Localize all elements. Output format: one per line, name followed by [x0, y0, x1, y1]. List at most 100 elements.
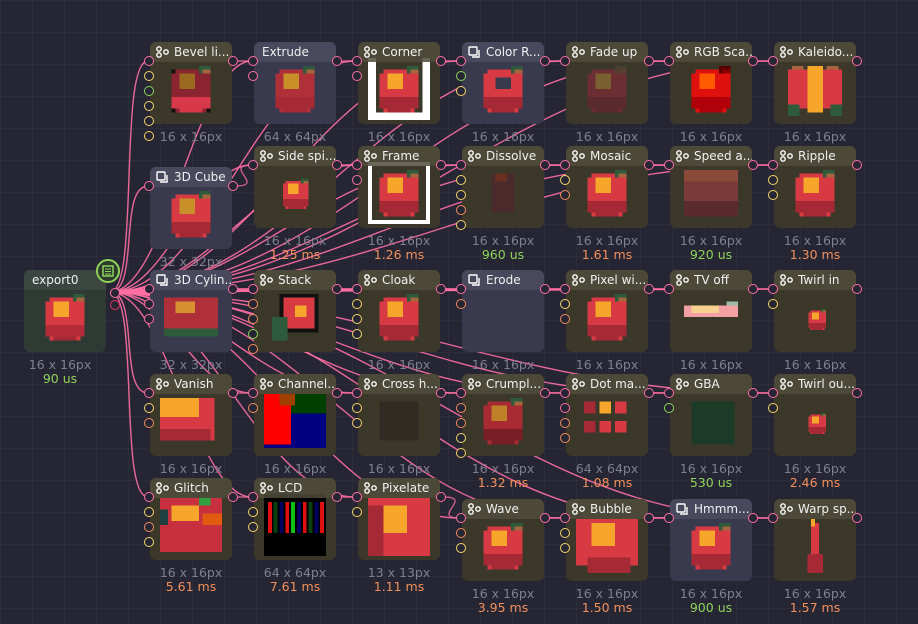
node-twirl-ou[interactable]: Twirl ou...: [768, 374, 862, 456]
input-port-main[interactable]: [352, 160, 362, 170]
input-port[interactable]: [560, 418, 570, 428]
node-pixel-wi[interactable]: Pixel wi...: [560, 270, 654, 352]
output-port[interactable]: [852, 56, 862, 66]
input-port-main[interactable]: [768, 284, 778, 294]
output-port[interactable]: [436, 56, 446, 66]
output-port[interactable]: [228, 56, 238, 66]
output-port[interactable]: [852, 284, 862, 294]
export-output-port[interactable]: [110, 288, 120, 298]
input-port[interactable]: [144, 116, 154, 126]
input-port-main[interactable]: [352, 284, 362, 294]
input-port[interactable]: [248, 314, 258, 324]
output-port[interactable]: [644, 513, 654, 523]
input-port-main[interactable]: [144, 56, 154, 66]
input-port[interactable]: [248, 403, 258, 413]
input-port-main[interactable]: [248, 492, 258, 502]
output-port[interactable]: [748, 284, 758, 294]
node-wave[interactable]: Wave: [456, 499, 550, 581]
input-port-main[interactable]: [664, 284, 674, 294]
input-port-main[interactable]: [456, 284, 466, 294]
output-port[interactable]: [644, 56, 654, 66]
input-port[interactable]: [144, 299, 154, 309]
input-port-main[interactable]: [560, 513, 570, 523]
node-ripple[interactable]: Ripple: [768, 146, 862, 228]
node-stack[interactable]: Stack: [248, 270, 342, 354]
input-port[interactable]: [560, 403, 570, 413]
output-port[interactable]: [332, 160, 342, 170]
input-port[interactable]: [352, 71, 362, 81]
input-port[interactable]: [144, 403, 154, 413]
output-port[interactable]: [540, 160, 550, 170]
node-dissolve[interactable]: Dissolve: [456, 146, 550, 230]
output-port[interactable]: [436, 492, 446, 502]
node-frame[interactable]: Frame: [352, 146, 446, 228]
output-port[interactable]: [540, 388, 550, 398]
output-port[interactable]: [644, 160, 654, 170]
input-port[interactable]: [248, 522, 258, 532]
input-port[interactable]: [352, 403, 362, 413]
input-port[interactable]: [248, 329, 258, 339]
node-side-spi[interactable]: Side spi...: [248, 146, 342, 228]
node-erode[interactable]: Erode: [456, 270, 550, 352]
input-port[interactable]: [768, 175, 778, 185]
input-port[interactable]: [248, 507, 258, 517]
input-port[interactable]: [248, 299, 258, 309]
input-port[interactable]: [144, 537, 154, 547]
input-port-main[interactable]: [248, 160, 258, 170]
export-settings-icon[interactable]: [96, 259, 120, 283]
node-channel[interactable]: Channel...: [248, 374, 342, 456]
input-port[interactable]: [560, 543, 570, 553]
input-port-main[interactable]: [456, 388, 466, 398]
output-port[interactable]: [644, 284, 654, 294]
input-port[interactable]: [352, 329, 362, 339]
node-mosaic[interactable]: Mosaic: [560, 146, 654, 228]
output-port[interactable]: [540, 513, 550, 523]
input-port-main[interactable]: [456, 160, 466, 170]
output-port[interactable]: [852, 388, 862, 398]
input-port-main[interactable]: [144, 284, 154, 294]
input-port[interactable]: [456, 86, 466, 96]
input-port[interactable]: [560, 299, 570, 309]
input-port-main[interactable]: [248, 284, 258, 294]
output-port[interactable]: [332, 492, 342, 502]
input-port-main[interactable]: [664, 388, 674, 398]
output-port[interactable]: [228, 388, 238, 398]
input-port[interactable]: [144, 71, 154, 81]
input-port-main[interactable]: [144, 492, 154, 502]
input-port[interactable]: [352, 175, 362, 185]
export-node[interactable]: export0: [24, 270, 120, 352]
input-port[interactable]: [560, 433, 570, 443]
input-port-main[interactable]: [144, 388, 154, 398]
node-warp-sp[interactable]: Warp sp...: [768, 499, 862, 581]
input-port[interactable]: [144, 507, 154, 517]
input-port-main[interactable]: [664, 56, 674, 66]
input-port[interactable]: [352, 418, 362, 428]
input-port[interactable]: [456, 190, 466, 200]
input-port[interactable]: [352, 314, 362, 324]
node-3d-cube[interactable]: 3D Cube: [144, 167, 238, 249]
input-port[interactable]: [456, 433, 466, 443]
node-cross-h[interactable]: Cross h...: [352, 374, 446, 456]
input-port-main[interactable]: [560, 284, 570, 294]
input-port-main[interactable]: [768, 513, 778, 523]
node-pixelate[interactable]: Pixelate: [352, 478, 446, 560]
node-crumpl[interactable]: Crumpl...: [456, 374, 550, 458]
input-port-main[interactable]: [560, 160, 570, 170]
node-hmmm[interactable]: Hmmm...: [664, 499, 758, 581]
output-port[interactable]: [228, 181, 238, 191]
input-port[interactable]: [144, 418, 154, 428]
output-port[interactable]: [748, 160, 758, 170]
input-port-main[interactable]: [248, 388, 258, 398]
output-port[interactable]: [748, 513, 758, 523]
input-port[interactable]: [456, 205, 466, 215]
input-port-main[interactable]: [248, 56, 258, 66]
input-port[interactable]: [456, 418, 466, 428]
input-port-main[interactable]: [768, 56, 778, 66]
output-port[interactable]: [540, 56, 550, 66]
output-port[interactable]: [540, 284, 550, 294]
input-port[interactable]: [560, 314, 570, 324]
input-port[interactable]: [352, 299, 362, 309]
input-port[interactable]: [456, 448, 466, 458]
input-port[interactable]: [768, 299, 778, 309]
input-port[interactable]: [144, 314, 154, 324]
